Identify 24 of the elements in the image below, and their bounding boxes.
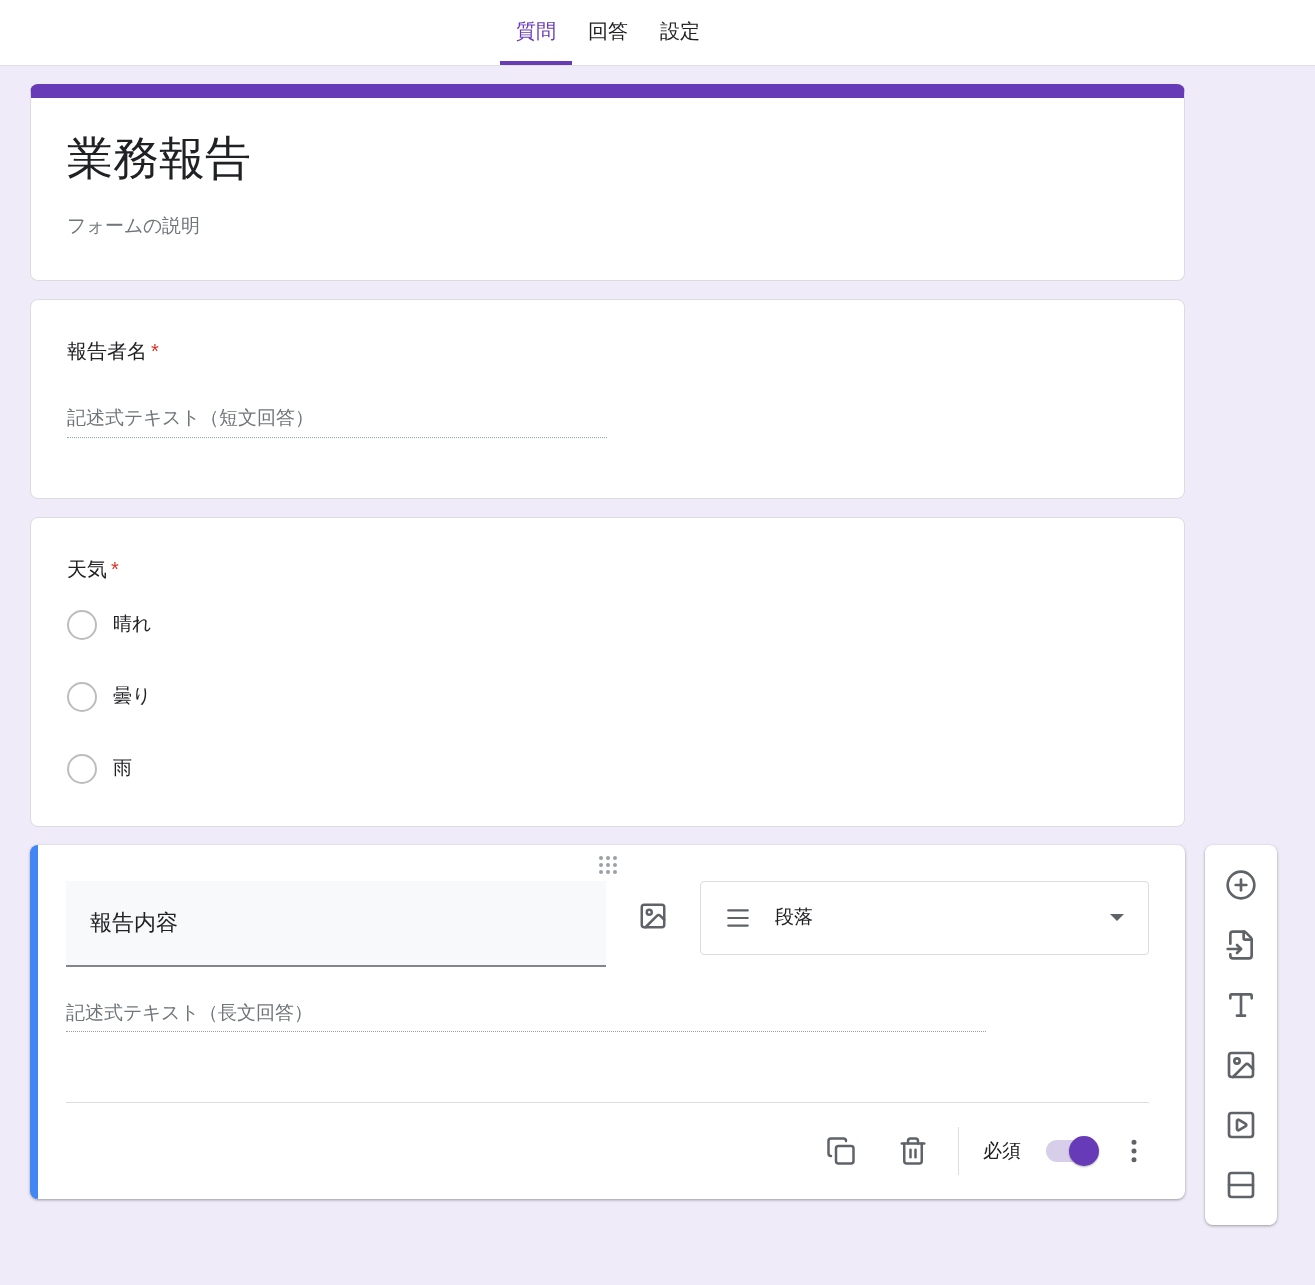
answer-field: 記述式テキスト（長文回答） — [66, 998, 986, 1032]
delete-icon[interactable] — [898, 1136, 928, 1166]
dropdown-caret-icon — [1110, 914, 1124, 921]
tab[interactable]: 質問 — [499, 0, 572, 65]
radio-button[interactable] — [67, 681, 97, 712]
radio-button[interactable] — [67, 753, 97, 784]
add-question-icon[interactable] — [1225, 868, 1257, 901]
required-label: 必須 — [983, 1138, 1021, 1163]
answer-field: 記述式テキスト（短文回答） — [67, 404, 607, 438]
form-title: 業務報告 — [67, 131, 252, 186]
copy-icon[interactable] — [826, 1136, 856, 1166]
option-label: 曇り — [113, 684, 151, 709]
tab[interactable]: 設定 — [643, 0, 716, 65]
question-title-field[interactable]: 報告内容 — [66, 880, 606, 967]
option-label: 晴れ — [113, 612, 151, 637]
option-label: 雨 — [113, 756, 132, 781]
question-title: 報告者名 — [67, 339, 147, 364]
tab[interactable]: 回答 — [571, 0, 644, 65]
question-type-dropdown[interactable]: 段落 — [700, 880, 1149, 955]
question-title: 天気 — [67, 556, 107, 582]
radio-button[interactable] — [67, 609, 97, 640]
required-asterisk: * — [111, 556, 119, 582]
required-asterisk: * — [151, 339, 159, 364]
form-description: フォームの説明 — [67, 213, 201, 238]
